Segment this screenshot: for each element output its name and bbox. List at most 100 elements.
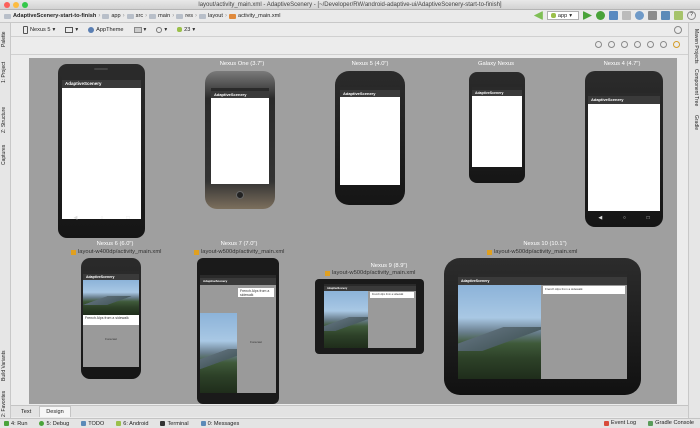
tab-captures[interactable]: Captures [1, 145, 7, 165]
forecast-placeholder: Forecast [105, 337, 117, 341]
tab-structure[interactable]: Z: Structure [1, 107, 7, 133]
tool-run[interactable]: 4: Run [4, 421, 27, 427]
minimize-icon[interactable] [13, 2, 19, 8]
mountain-shape [324, 316, 368, 331]
breadcrumb-res[interactable]: res [176, 13, 193, 19]
editor-mode-tabs: Text Design [11, 405, 688, 417]
trackball-icon [236, 191, 244, 199]
tab-palette[interactable]: Palette [1, 31, 7, 47]
device-nexus4[interactable]: AdaptiveScenery ◀ ○ □ [585, 71, 663, 227]
attach-icon[interactable] [609, 11, 618, 20]
mountain-shape [83, 295, 139, 305]
tab-maven-projects[interactable]: Maven Projects [693, 29, 699, 63]
tool-debug[interactable]: 5: Debug [39, 421, 69, 427]
api-level-select[interactable]: 23 ▾ [177, 27, 195, 33]
app-action-bar: AdaptiveScenery [458, 277, 627, 285]
device-screen: AdaptiveScenery French Alps from a sidew… [200, 275, 276, 393]
device-label: Nexus 5 (4.0") [351, 61, 389, 67]
device-nexus6[interactable]: AdaptiveScenery French Alps from a sidew… [81, 258, 141, 379]
device-nexus10[interactable]: AdaptiveScenery French Alps from a sidew… [444, 258, 641, 395]
recents-key-icon: □ [126, 214, 130, 221]
warning-icon[interactable] [673, 41, 680, 48]
tab-component-tree[interactable]: Component Tree [693, 69, 699, 106]
tool-window-bar-right: Event Log Gradle Console [603, 420, 694, 426]
device-galaxy-nexus[interactable]: AdaptiveScenery [469, 72, 525, 183]
tab-project[interactable]: 1: Project [1, 62, 7, 83]
breadcrumb-layout[interactable]: layout [199, 13, 223, 19]
tool-event-log[interactable]: Event Log [603, 420, 636, 426]
tab-design[interactable]: Design [39, 406, 71, 417]
run-config-select[interactable]: app ▾ [546, 11, 579, 20]
tool-android[interactable]: 6: Android [116, 421, 148, 427]
tab-favorites[interactable]: 2: Favorites [1, 391, 7, 417]
run-icon [4, 421, 9, 426]
device-nexus7[interactable]: AdaptiveScenery French Alps from a sidew… [197, 258, 279, 404]
zoom-controls [595, 41, 680, 48]
device-screen: AdaptiveScenery French Alps from a sidew… [458, 274, 627, 379]
device-nexus9[interactable]: AdaptiveScenery French Alps from a sidew… [315, 279, 424, 354]
maximize-icon[interactable] [22, 2, 28, 8]
back-icon[interactable] [533, 11, 543, 20]
activity-select[interactable]: ▾ [133, 26, 146, 33]
sdk-icon[interactable] [661, 11, 670, 20]
device-label: Nexus 6 (6.0") [96, 241, 134, 247]
tool-messages[interactable]: 0: Messages [200, 421, 239, 427]
locale-select[interactable]: ▾ [156, 26, 167, 33]
layout-variant-label: layout-w500dp/activity_main.xml [487, 249, 577, 255]
tab-gradle[interactable]: Gradle [693, 115, 699, 130]
device-nexus5[interactable]: AdaptiveScenery [335, 71, 405, 205]
breadcrumb-separator: › [98, 13, 101, 19]
breadcrumb-main[interactable]: main [149, 13, 170, 19]
android-icon [550, 13, 556, 18]
phone-icon [23, 25, 28, 34]
sync-icon[interactable] [635, 11, 644, 20]
theme-select[interactable]: AppTheme [88, 26, 124, 33]
tool-terminal[interactable]: Terminal [160, 421, 189, 427]
caption-card: French Alps from a sidewalk [238, 288, 274, 297]
caption-card: French Alps from a sidewalk [370, 292, 414, 298]
close-icon[interactable] [4, 2, 10, 8]
refresh-icon[interactable] [660, 41, 667, 48]
messages-icon [200, 421, 206, 426]
orientation-select[interactable]: ▾ [65, 26, 78, 33]
tab-text[interactable]: Text [15, 406, 37, 417]
zoom-reset-icon[interactable] [647, 41, 654, 48]
zoom-in-icon[interactable] [621, 41, 628, 48]
design-canvas[interactable]: AdaptiveScenery ◀ ○ □ Nexus One (3.7") Ada… [29, 58, 677, 404]
chevron-down-icon: ▾ [569, 12, 572, 19]
avd-icon[interactable] [648, 11, 657, 20]
device-label: Nexus 7 (7.0") [220, 241, 258, 247]
home-key-icon: ○ [622, 215, 626, 221]
zoom-actual-icon[interactable] [608, 41, 615, 48]
run-icon[interactable] [583, 11, 592, 20]
layout-toolbar: Nexus 5 ▾ ▾ AppTheme ▾ ▾ 23 ▾ [11, 23, 688, 37]
debug-icon[interactable] [596, 11, 605, 20]
mountain-shape [200, 349, 237, 369]
device-screen: AdaptiveScenery [62, 76, 141, 219]
tool-todo[interactable]: TODO [81, 421, 104, 427]
nav-keys: ◀ ○ □ [588, 213, 660, 223]
zoom-out-icon[interactable] [634, 41, 641, 48]
breadcrumb-separator: › [172, 13, 175, 19]
breadcrumb-project[interactable]: AdaptiveScenery-start-to-finish [4, 13, 96, 19]
window-controls[interactable] [4, 2, 28, 8]
stop-icon[interactable] [622, 11, 631, 20]
zoom-fit-icon[interactable] [595, 41, 602, 48]
tool-gradle-console[interactable]: Gradle Console [648, 420, 694, 426]
scenery-photo [324, 291, 368, 348]
breadcrumb-app[interactable]: app [102, 13, 121, 19]
help-icon[interactable]: ? [687, 11, 696, 20]
breadcrumb: AdaptiveScenery-start-to-finish › app › sr… [0, 10, 700, 23]
folder-icon [102, 13, 110, 19]
breadcrumb-src[interactable]: src [126, 13, 143, 19]
tab-build-variants[interactable]: Build Variants [1, 351, 7, 381]
device-nexus5-primary[interactable]: AdaptiveScenery ◀ ○ □ [58, 64, 145, 238]
device-nexus-one[interactable]: AdaptiveScenery [205, 71, 275, 209]
monitor-icon[interactable] [674, 11, 683, 20]
breadcrumb-file[interactable]: activity_main.xml [228, 13, 281, 19]
folder-icon [126, 13, 134, 19]
settings-icon[interactable] [674, 26, 682, 34]
activity-icon [133, 26, 142, 33]
recents-key-icon: □ [646, 215, 650, 221]
device-select[interactable]: Nexus 5 ▾ [23, 25, 55, 34]
